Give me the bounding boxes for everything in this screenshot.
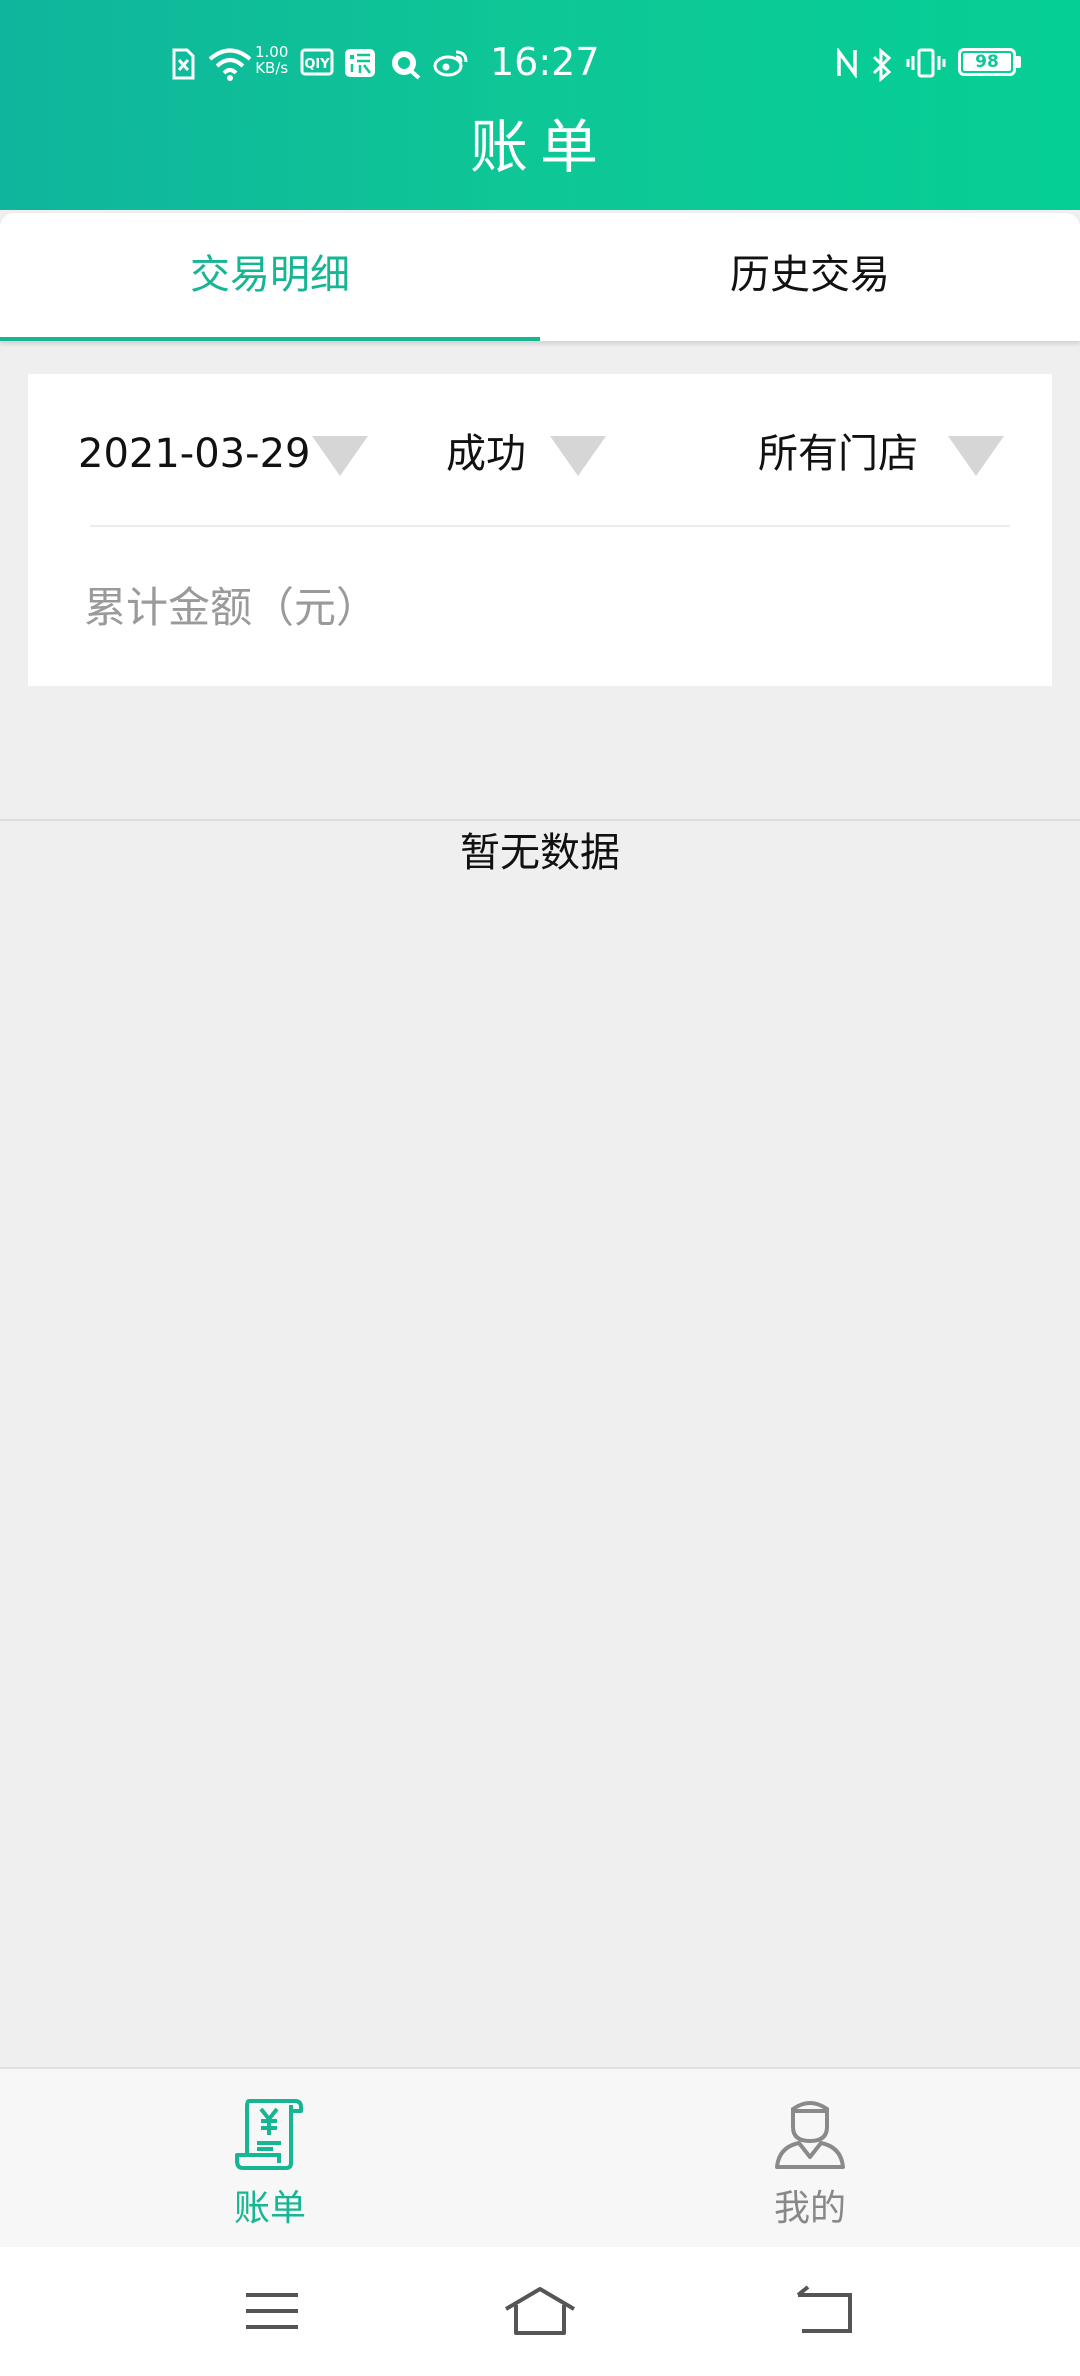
nfc-icon <box>837 48 857 78</box>
date-filter-label: 2021-03-29 <box>78 431 311 477</box>
bluetooth-icon <box>872 48 892 82</box>
filter-divider <box>90 525 1010 527</box>
status-time: 16:27 <box>490 40 600 84</box>
battery-tip <box>1016 56 1021 68</box>
total-amount-label: 累计金额（元） <box>84 583 379 632</box>
status-filter-label: 成功 <box>446 431 526 477</box>
bottom-nav: 账单 我的 <box>0 2067 1080 2247</box>
tab-transaction-details[interactable]: 交易明细 <box>0 213 540 341</box>
qq-browser-icon <box>392 51 421 80</box>
bill-icon <box>235 2099 303 2170</box>
taobao-icon <box>345 49 375 77</box>
sim-x-icon <box>172 48 195 80</box>
vibrate-icon <box>906 48 946 78</box>
store-dropdown-arrow-icon[interactable] <box>948 436 1004 476</box>
page-title: 账单 <box>469 113 610 181</box>
filter-card: 2021-03-29 成功 所有门店 累计金额（元） <box>28 374 1052 686</box>
tab-history-transactions[interactable]: 历史交易 <box>540 213 1080 341</box>
store-filter-label: 所有门店 <box>758 431 918 477</box>
date-dropdown-arrow-icon[interactable] <box>312 436 368 476</box>
status-dropdown-arrow-icon[interactable] <box>550 436 606 476</box>
weibo-icon <box>433 50 468 77</box>
menu-icon[interactable] <box>232 2281 312 2341</box>
battery-level: 98 <box>963 53 1011 71</box>
nav-item-mine[interactable]: 我的 <box>540 2069 1080 2247</box>
wifi-icon <box>208 48 252 81</box>
store-filter[interactable]: 所有门店 <box>758 424 958 484</box>
nav-label-mine: 我的 <box>773 2188 846 2229</box>
back-icon[interactable] <box>786 2281 866 2341</box>
tab-active-indicator <box>0 337 540 341</box>
nav-item-bill[interactable]: 账单 <box>0 2069 540 2247</box>
battery-icon: 98 <box>958 48 1016 76</box>
iqiyi-icon: QIY <box>300 48 334 76</box>
net-speed-value: 1.00 <box>255 43 289 61</box>
home-icon[interactable] <box>500 2281 580 2341</box>
nav-label-bill: 账单 <box>233 2188 306 2229</box>
tab-bar: 交易明细 历史交易 <box>0 213 1080 341</box>
system-nav-bar <box>0 2247 1080 2376</box>
svg-text:QIY: QIY <box>304 57 330 72</box>
net-speed: 1.00 KB/s <box>255 44 288 76</box>
empty-state-text: 暂无数据 <box>460 830 620 876</box>
app-header: 1.00 KB/s QIY 16:27 98 账单 <box>0 0 1080 210</box>
profile-icon <box>775 2101 845 2169</box>
status-bar: 1.00 KB/s QIY 16:27 98 <box>0 40 1080 90</box>
net-speed-unit: KB/s <box>255 59 289 77</box>
